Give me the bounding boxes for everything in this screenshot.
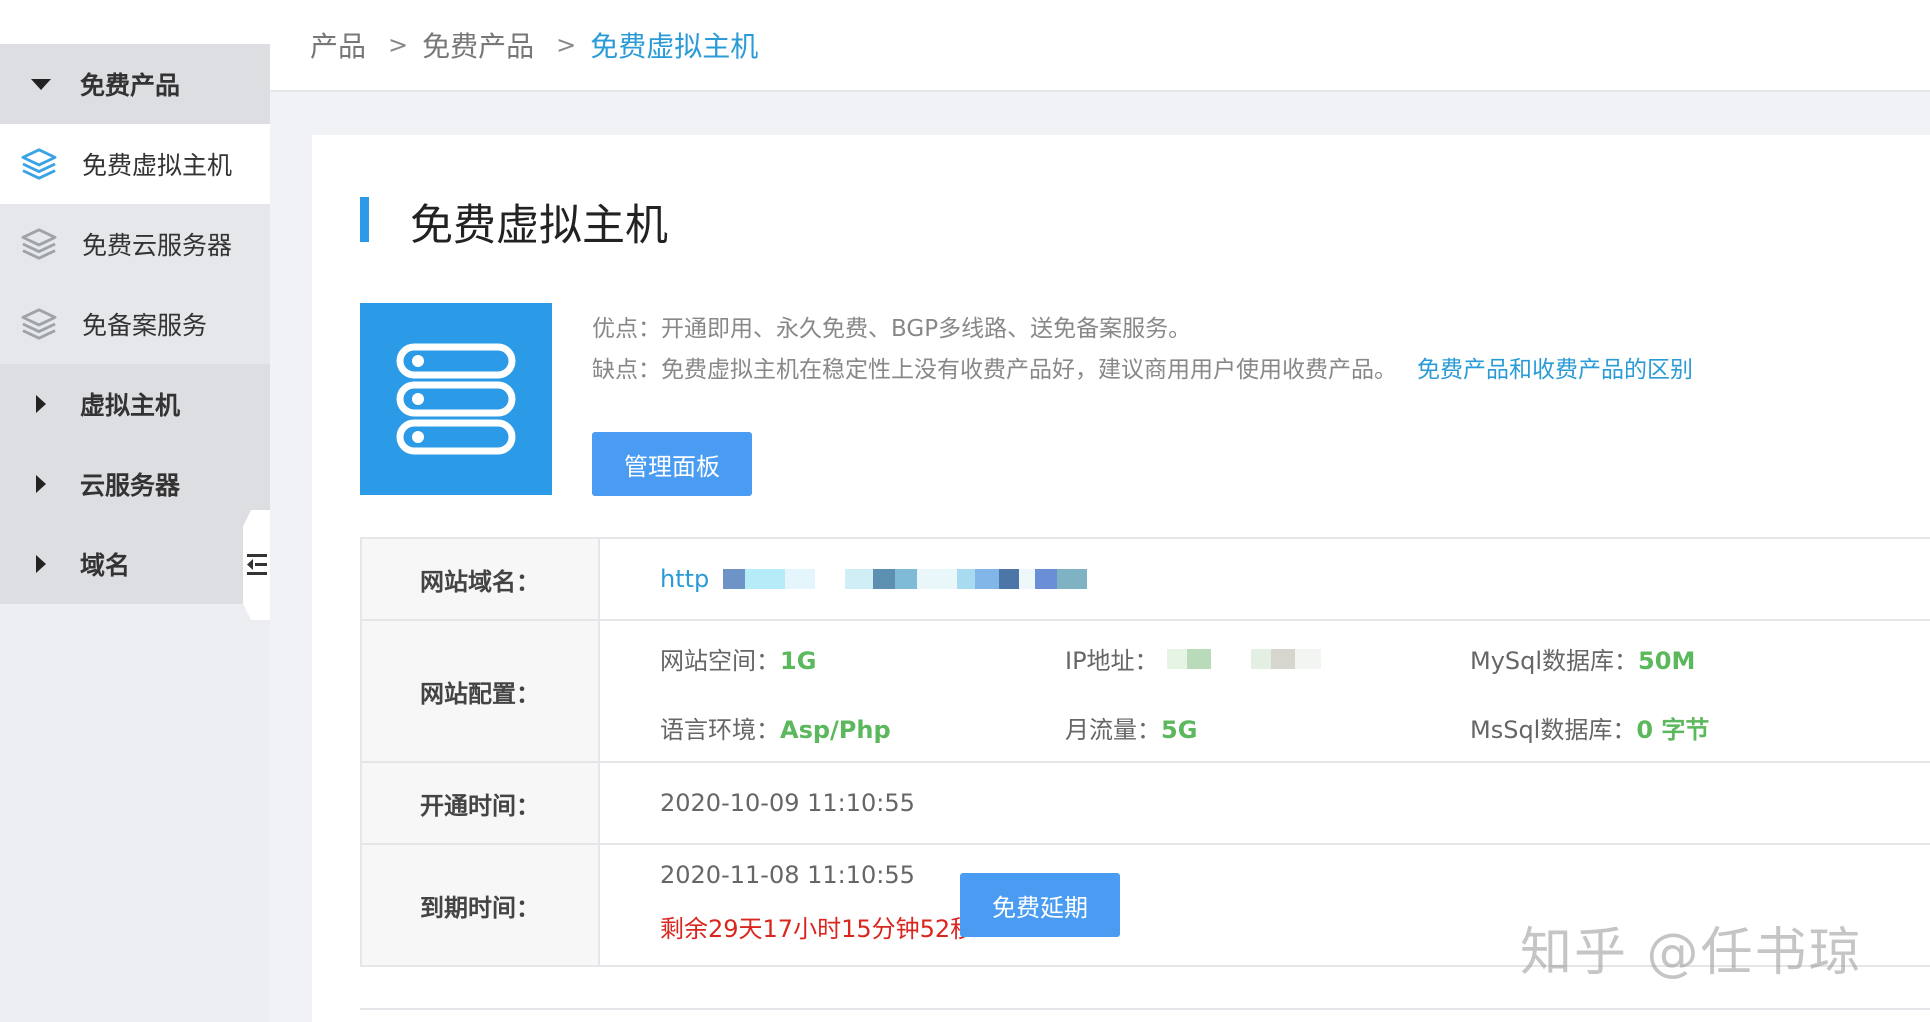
free-extend-button[interactable]: 免费延期 (960, 873, 1120, 937)
sidebar-collapse-toggle[interactable] (243, 510, 270, 620)
open-time-value: 2020-10-09 11:10:55 (660, 789, 915, 817)
expire-time-value: 2020-11-08 11:10:55 (660, 861, 915, 889)
page-title: 免费虚拟主机 (410, 201, 668, 251)
table-row-open-time: 开通时间： 2020-10-09 11:10:55 (362, 763, 1930, 845)
sidebar-item-label: 免费云服务器 (82, 231, 233, 260)
cons-text: 缺点：免费虚拟主机在稳定性上没有收费产品好，建议商用用户使用收费产品。 (592, 357, 1397, 383)
compare-link[interactable]: 免费产品和收费产品的区别 (1417, 357, 1693, 383)
breadcrumb-separator: > (388, 31, 409, 59)
sidebar-top-strip (0, 0, 270, 44)
title-accent-bar (360, 197, 369, 242)
sidebar-group-cloud-server[interactable]: 云服务器 (0, 444, 270, 524)
domain-link[interactable]: http (660, 565, 709, 593)
config-language: 语言环境：Asp/Php (660, 716, 891, 744)
sidebar-group-domain[interactable]: 域名 (0, 524, 270, 604)
chevron-right-icon (26, 475, 56, 493)
breadcrumb-separator: > (556, 31, 577, 59)
sidebar-group-label: 虚拟主机 (80, 391, 181, 420)
breadcrumb-current: 免费虚拟主机 (590, 30, 759, 63)
redacted-ip (1166, 649, 1321, 669)
sidebar-item-free-cloud-server[interactable]: 免费云服务器 (0, 204, 270, 284)
chevron-right-icon (26, 555, 56, 573)
config-traffic: 月流量：5G (1065, 716, 1198, 744)
config-mssql: MsSql数据库：0 字节 (1470, 716, 1710, 744)
chevron-down-icon (26, 78, 56, 90)
info-table: 网站域名： http 网站配置： 网站空间：1G IP地址： MySql数据库：… (360, 537, 1930, 967)
row-value: 网站空间：1G IP地址： MySql数据库：50M 语言环境：Asp/Php … (600, 621, 1930, 761)
layers-icon (21, 148, 57, 180)
sidebar-group-label: 云服务器 (80, 471, 181, 500)
divider (360, 1008, 1930, 1010)
row-label: 到期时间： (362, 845, 600, 965)
row-label: 网站域名： (362, 539, 600, 619)
breadcrumb-item-products[interactable]: 产品 (310, 25, 366, 65)
sidebar-item-no-filing-service[interactable]: 免备案服务 (0, 284, 270, 364)
main-card: 免费虚拟主机 优点：开通即用、永久免费、BGP多线路、送免备案服务。 缺点：免费… (312, 135, 1930, 1022)
breadcrumb: 产品 > 免费产品 > 免费虚拟主机 (270, 0, 1930, 92)
cons-row: 缺点：免费虚拟主机在稳定性上没有收费产品好，建议商用用户使用收费产品。 免费产品和… (592, 350, 1693, 384)
config-mysql: MySql数据库：50M (1470, 647, 1696, 675)
sidebar-item-label: 免备案服务 (82, 311, 208, 340)
watermark: 知乎 @任书琼 (1520, 923, 1863, 983)
layers-icon (21, 308, 57, 340)
sidebar-item-label: 免费虚拟主机 (82, 151, 233, 180)
table-row-domain: 网站域名： http (362, 539, 1930, 621)
config-space: 网站空间：1G (660, 647, 817, 675)
table-row-config: 网站配置： 网站空间：1G IP地址： MySql数据库：50M 语言环境：As… (362, 621, 1930, 763)
collapse-menu-icon (246, 554, 267, 575)
pros-text: 优点：开通即用、永久免费、BGP多线路、送免备案服务。 (592, 316, 1192, 342)
server-icon (360, 303, 552, 495)
sidebar-item-free-virtual-host[interactable]: 免费虚拟主机 (0, 124, 270, 204)
redacted-domain (723, 569, 1088, 589)
breadcrumb-item-free-products[interactable]: 免费产品 (422, 25, 534, 65)
manage-panel-button[interactable]: 管理面板 (592, 432, 752, 496)
sidebar-group-virtual-host[interactable]: 虚拟主机 (0, 364, 270, 444)
row-label: 开通时间： (362, 763, 600, 843)
sidebar: 免费产品 免费虚拟主机 免费云服务器 免备案服务 虚拟主机 云服务器 域名 (0, 0, 270, 1022)
sidebar-group-label: 免费产品 (80, 71, 181, 100)
row-label: 网站配置： (362, 621, 600, 761)
server-stack-icon (396, 343, 516, 455)
row-value: http (600, 539, 1930, 619)
layers-icon (21, 228, 57, 260)
sidebar-group-free-products[interactable]: 免费产品 (0, 44, 270, 124)
chevron-right-icon (26, 395, 56, 413)
sidebar-group-label: 域名 (80, 551, 131, 580)
config-ip: IP地址： (1065, 641, 1470, 676)
